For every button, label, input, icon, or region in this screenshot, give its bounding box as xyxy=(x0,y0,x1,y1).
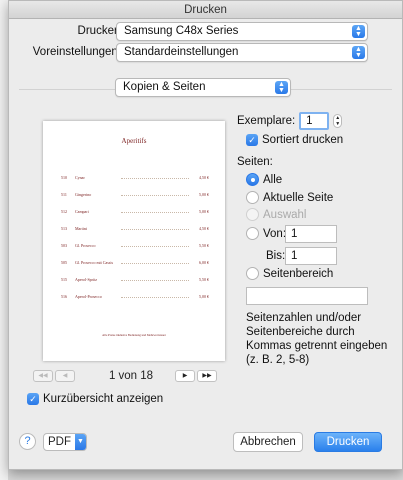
preview-item-name: Gingerino xyxy=(75,192,92,197)
pages-label: Seiten: xyxy=(237,156,273,168)
preview-footer: Alle Preise inklusive Bedienung und Mehr… xyxy=(102,333,166,337)
preview-menu-item: 503 Gl. Prosecco 5,50 € xyxy=(61,243,209,248)
pages-current-option[interactable]: Aktuelle Seite xyxy=(246,191,333,204)
pages-current-label: Aktuelle Seite xyxy=(263,191,334,204)
cancel-button[interactable]: Abbrechen xyxy=(233,432,303,452)
collate-label: Sortiert drucken xyxy=(262,134,344,146)
preview-item-number: 510 xyxy=(61,175,67,180)
preview-item-price: 4,50 € xyxy=(199,175,209,180)
preview-item-name: Martini xyxy=(75,226,87,231)
background-app-strip xyxy=(0,0,8,480)
page-preview: Aperitifs 510 Cynar 4,50 € 511 Gingerino 5,00… xyxy=(43,121,225,361)
last-page-button[interactable]: ▶▶ xyxy=(197,370,217,382)
preview-item-dots xyxy=(121,280,189,281)
preview-item-dots xyxy=(121,195,189,196)
window-title: Drucken xyxy=(9,1,402,19)
preview-item-number: 513 xyxy=(61,226,67,231)
preview-item-dots xyxy=(121,178,189,179)
printer-value: Samsung C48x Series xyxy=(124,24,239,37)
pages-selection-option: Auswahl xyxy=(246,208,306,221)
preview-item-name: Gl. Prosecco xyxy=(75,243,96,248)
preview-item-name: Campari xyxy=(75,209,89,214)
preview-item-dots xyxy=(121,229,189,230)
preview-item-name: Aperol-Spritz xyxy=(75,277,97,282)
previous-page-button[interactable]: ◀ xyxy=(55,370,75,382)
radio-selected-icon[interactable] xyxy=(246,173,259,186)
checkbox-checked-icon[interactable]: ✓ xyxy=(27,393,39,405)
pages-from-input[interactable] xyxy=(285,225,337,243)
preview-item-dots xyxy=(121,263,189,264)
preview-item-number: 505 xyxy=(61,260,67,265)
preview-menu-item: 510 Cynar 4,50 € xyxy=(61,175,209,180)
pages-range-hint: Seitenzahlen und/oder Seitenbereiche dur… xyxy=(246,312,388,366)
preview-item-name: Cynar xyxy=(75,175,85,180)
presets-select[interactable]: Standardeinstellungen ▲ ▼ xyxy=(116,42,368,62)
preview-menu-item: 515 Aperol-Spritz 5,50 € xyxy=(61,277,209,282)
printer-select[interactable]: Samsung C48x Series ▲ ▼ xyxy=(116,21,368,41)
radio-disabled-icon xyxy=(246,208,259,221)
first-page-button[interactable]: ◀◀ xyxy=(33,370,53,382)
preview-item-number: 515 xyxy=(61,277,67,282)
copies-stepper[interactable]: ▲ ▼ xyxy=(333,114,343,128)
popup-arrows-icon: ▲ ▼ xyxy=(352,45,365,59)
checkbox-checked-icon[interactable]: ✓ xyxy=(246,134,258,146)
page-indicator: 1 von 18 xyxy=(108,370,154,382)
pages-from-label: Von: xyxy=(263,227,287,240)
preview-pane: Aperitifs 510 Cynar 4,50 € 511 Gingerino 5,00… xyxy=(25,109,231,371)
copies-label: Exemplare: xyxy=(237,115,296,127)
preview-item-number: 516 xyxy=(61,294,67,299)
radio-icon[interactable] xyxy=(246,267,259,280)
pages-from-option[interactable]: Von: xyxy=(246,227,286,240)
preview-item-price: 5,50 € xyxy=(199,277,209,282)
popup-arrows-icon: ▲ ▼ xyxy=(275,81,288,94)
preview-item-name: Gl. Prosecco mit Cassis xyxy=(75,260,113,265)
show-thumbnail-option[interactable]: ✓ Kurzübersicht anzeigen xyxy=(27,393,163,405)
preview-menu-item: 505 Gl. Prosecco mit Cassis 6,00 € xyxy=(61,260,209,265)
copies-input[interactable] xyxy=(299,112,330,130)
preview-item-number: 512 xyxy=(61,209,67,214)
preview-item-price: 5,00 € xyxy=(199,192,209,197)
preview-item-price: 5,00 € xyxy=(199,294,209,299)
preview-item-dots xyxy=(121,212,189,213)
radio-icon[interactable] xyxy=(246,227,259,240)
preview-item-dots xyxy=(121,297,189,298)
preview-item-price: 5,50 € xyxy=(199,243,209,248)
preview-menu-item: 513 Martini 4,50 € xyxy=(61,226,209,231)
preview-menu-item: 511 Gingerino 5,00 € xyxy=(61,192,209,197)
pages-all-option[interactable]: Alle xyxy=(246,173,282,186)
help-button[interactable]: ? xyxy=(19,433,36,450)
section-value: Kopien & Seiten xyxy=(123,81,206,93)
preview-item-price: 6,00 € xyxy=(199,260,209,265)
preview-item-dots xyxy=(121,246,189,247)
radio-icon[interactable] xyxy=(246,191,259,204)
presets-label: Voreinstellungen: xyxy=(32,46,121,58)
printer-label: Drucker: xyxy=(77,25,121,37)
print-button[interactable]: Drucken xyxy=(314,432,382,452)
preview-item-number: 511 xyxy=(61,192,67,197)
next-page-button[interactable]: ▶ xyxy=(175,370,195,382)
print-dialog: Drucken Drucker: Samsung C48x Series ▲ ▼ … xyxy=(8,0,403,470)
preview-item-price: 4,50 € xyxy=(199,226,209,231)
collate-option[interactable]: ✓ Sortiert drucken xyxy=(246,134,343,146)
show-thumbnail-label: Kurzübersicht anzeigen xyxy=(43,393,164,405)
preview-item-number: 503 xyxy=(61,243,67,248)
presets-value: Standardeinstellungen xyxy=(124,45,239,58)
preview-menu-item: 512 Campari 5,00 € xyxy=(61,209,209,214)
pages-range-input[interactable] xyxy=(246,287,368,305)
pages-selection-label: Auswahl xyxy=(263,208,307,221)
preview-item-price: 5,00 € xyxy=(199,209,209,214)
section-select[interactable]: Kopien & Seiten ▲ ▼ xyxy=(115,78,291,97)
popup-arrows-icon: ▲ ▼ xyxy=(352,24,365,38)
pages-range-label: Seitenbereich xyxy=(263,267,334,280)
preview-menu-item: 516 Aperol-Prosecco 5,00 € xyxy=(61,294,209,299)
pages-to-label: Bis: xyxy=(266,250,286,262)
pdf-menu-button[interactable]: PDF ▼ xyxy=(43,433,87,451)
preview-item-name: Aperol-Prosecco xyxy=(75,294,102,299)
pdf-label: PDF xyxy=(48,436,71,448)
preview-page-title: Aperitifs xyxy=(121,137,147,145)
pages-range-option[interactable]: Seitenbereich xyxy=(246,267,333,280)
chevron-down-icon: ▼ xyxy=(75,434,86,450)
pages-all-label: Alle xyxy=(263,173,283,186)
pages-to-input[interactable] xyxy=(285,247,337,265)
